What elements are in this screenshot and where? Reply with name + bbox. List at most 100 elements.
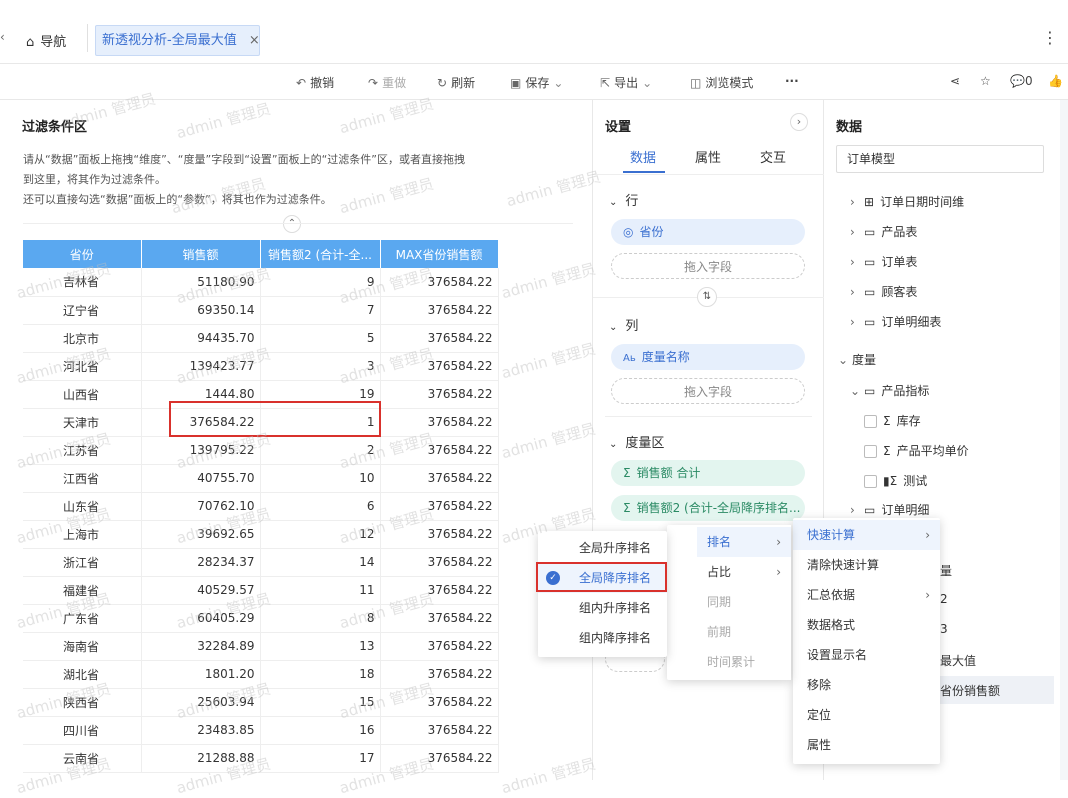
table-cell[interactable]: 376584.22 bbox=[380, 520, 499, 549]
table-cell[interactable]: 江西省 bbox=[23, 464, 142, 493]
table-cell[interactable]: 51180.90 bbox=[141, 268, 261, 297]
checkbox[interactable] bbox=[864, 475, 877, 488]
table-cell[interactable]: 陕西省 bbox=[23, 688, 142, 717]
tree-partial-item[interactable]: 最大值 bbox=[940, 652, 976, 669]
table-cell[interactable]: 376584.22 bbox=[380, 716, 499, 745]
table-cell[interactable]: 139795.22 bbox=[141, 436, 261, 465]
table-cell[interactable]: 1801.20 bbox=[141, 660, 261, 689]
table-cell[interactable]: 376584.22 bbox=[380, 464, 499, 493]
column-header[interactable]: MAX省份销售额 bbox=[380, 240, 499, 268]
table-cell[interactable]: 376584.22 bbox=[380, 268, 499, 297]
table-cell[interactable]: 94435.70 bbox=[141, 324, 261, 353]
model-selector[interactable]: 订单模型 bbox=[836, 145, 1044, 173]
table-cell[interactable]: 28234.37 bbox=[141, 548, 261, 577]
menu-item-remove[interactable]: 移除 bbox=[793, 670, 940, 700]
table-cell[interactable]: 70762.10 bbox=[141, 492, 261, 521]
chevron-right-icon[interactable]: › bbox=[790, 113, 808, 131]
table-cell[interactable]: 江苏省 bbox=[23, 436, 142, 465]
metric-item-test[interactable]: ▮Σ 测试 bbox=[864, 472, 927, 489]
menu-item-same-period[interactable]: 同期 bbox=[697, 587, 791, 617]
table-cell[interactable]: 9 bbox=[260, 268, 381, 297]
like-button[interactable]: 👍 bbox=[1048, 74, 1063, 88]
table-cell[interactable]: 376584.22 bbox=[380, 296, 499, 325]
table-cell[interactable]: 1 bbox=[260, 408, 381, 437]
table-cell[interactable]: 376584.22 bbox=[141, 408, 261, 437]
metric-item-avg-price[interactable]: Σ 产品平均单价 bbox=[864, 442, 969, 459]
collapse-up-icon[interactable]: ⌃ bbox=[283, 215, 301, 233]
tree-order-detail-metrics[interactable]: › ▭ 订单明细 bbox=[850, 501, 929, 518]
table-cell[interactable]: 山西省 bbox=[23, 380, 142, 409]
table-cell[interactable]: 6 bbox=[260, 492, 381, 521]
tree-item-customer[interactable]: › ▭ 顾客表 bbox=[850, 283, 917, 300]
tab-properties[interactable]: 属性 bbox=[695, 147, 721, 166]
measure-pill-2[interactable]: Σ 销售额2 (合计-全局降序排名... bbox=[611, 495, 805, 521]
table-cell[interactable]: 40529.57 bbox=[141, 576, 261, 605]
table-cell[interactable]: 2 bbox=[260, 436, 381, 465]
close-icon[interactable]: × bbox=[249, 33, 260, 48]
menu-item-time-cumulative[interactable]: 时间累计 bbox=[697, 647, 791, 677]
menu-item-group-desc-rank[interactable]: 组内降序排名 bbox=[538, 623, 667, 653]
table-cell[interactable]: 吉林省 bbox=[23, 268, 142, 297]
swap-icon[interactable]: ⇅ bbox=[697, 287, 717, 307]
table-cell[interactable]: 河北省 bbox=[23, 352, 142, 381]
table-cell[interactable]: 21288.88 bbox=[141, 744, 261, 773]
table-cell[interactable]: 四川省 bbox=[23, 716, 142, 745]
table-cell[interactable]: 山东省 bbox=[23, 492, 142, 521]
table-cell[interactable]: 浙江省 bbox=[23, 548, 142, 577]
column-field-pill[interactable]: Aь 度量名称 bbox=[611, 344, 805, 370]
browse-mode-button[interactable]: ◫ 浏览模式 bbox=[690, 74, 753, 91]
table-cell[interactable]: 天津市 bbox=[23, 408, 142, 437]
table-cell[interactable]: 11 bbox=[260, 576, 381, 605]
table-cell[interactable]: 北京市 bbox=[23, 324, 142, 353]
tab-data[interactable]: 数据 bbox=[630, 147, 656, 166]
row-field-pill[interactable]: ◎ 省份 bbox=[611, 219, 805, 245]
measure-pill-1[interactable]: Σ 销售额 合计 bbox=[611, 460, 805, 486]
measure-section[interactable]: ⌄ 度量区 bbox=[609, 432, 664, 451]
more-vertical-icon[interactable]: ⋮ bbox=[1042, 28, 1058, 47]
table-cell[interactable]: 376584.22 bbox=[380, 576, 499, 605]
table-cell[interactable]: 广东省 bbox=[23, 604, 142, 633]
table-cell[interactable]: 3 bbox=[260, 352, 381, 381]
table-cell[interactable]: 376584.22 bbox=[380, 660, 499, 689]
nav-button[interactable]: ⌂ 导航 bbox=[26, 31, 66, 50]
menu-item-locate[interactable]: 定位 bbox=[793, 700, 940, 730]
table-cell[interactable]: 19 bbox=[260, 380, 381, 409]
table-cell[interactable]: 39692.65 bbox=[141, 520, 261, 549]
tree-item-order-detail[interactable]: › ▭ 订单明细表 bbox=[850, 313, 941, 330]
tree-item-order[interactable]: › ▭ 订单表 bbox=[850, 253, 917, 270]
star-icon[interactable]: ☆ bbox=[980, 74, 991, 88]
table-cell[interactable]: 17 bbox=[260, 744, 381, 773]
table-cell[interactable]: 376584.22 bbox=[380, 380, 499, 409]
table-cell[interactable]: 60405.29 bbox=[141, 604, 261, 633]
menu-item-global-asc-rank[interactable]: 全局升序排名 bbox=[538, 533, 667, 563]
redo-button[interactable]: ↷ 重做 bbox=[368, 74, 406, 91]
table-cell[interactable]: 10 bbox=[260, 464, 381, 493]
table-cell[interactable]: 1444.80 bbox=[141, 380, 261, 409]
table-cell[interactable]: 福建省 bbox=[23, 576, 142, 605]
table-cell[interactable]: 海南省 bbox=[23, 632, 142, 661]
table-cell[interactable]: 5 bbox=[260, 324, 381, 353]
menu-item-clear-quick-calc[interactable]: 清除快速计算 bbox=[793, 550, 940, 580]
menu-item-properties[interactable]: 属性 bbox=[793, 730, 940, 760]
table-cell[interactable]: 376584.22 bbox=[380, 324, 499, 353]
table-cell[interactable]: 376584.22 bbox=[380, 492, 499, 521]
tree-partial-item[interactable]: 量 bbox=[940, 562, 952, 579]
menu-item-global-desc-rank[interactable]: ✓ 全局降序排名 bbox=[538, 563, 667, 593]
table-cell[interactable]: 376584.22 bbox=[380, 352, 499, 381]
column-header[interactable]: 销售额2 (合计-全... bbox=[260, 240, 381, 268]
more-button[interactable]: ··· bbox=[785, 74, 799, 88]
table-cell[interactable]: 13 bbox=[260, 632, 381, 661]
refresh-button[interactable]: ↻ 刷新 bbox=[437, 74, 475, 91]
table-cell[interactable]: 18 bbox=[260, 660, 381, 689]
column-section[interactable]: ⌄ 列 bbox=[609, 315, 638, 334]
tree-partial-item-selected[interactable]: 省份销售额 bbox=[940, 682, 1000, 699]
tree-partial-item[interactable]: 3 bbox=[940, 622, 948, 636]
table-cell[interactable]: 40755.70 bbox=[141, 464, 261, 493]
export-button[interactable]: ⇱ 导出 ⌄ bbox=[600, 74, 652, 91]
checkbox[interactable] bbox=[864, 445, 877, 458]
table-cell[interactable]: 376584.22 bbox=[380, 436, 499, 465]
tree-partial-item[interactable]: 2 bbox=[940, 592, 948, 606]
tree-measure-group[interactable]: ⌄ 度量 bbox=[838, 351, 876, 368]
table-cell[interactable]: 69350.14 bbox=[141, 296, 261, 325]
menu-item-previous-period[interactable]: 前期 bbox=[697, 617, 791, 647]
